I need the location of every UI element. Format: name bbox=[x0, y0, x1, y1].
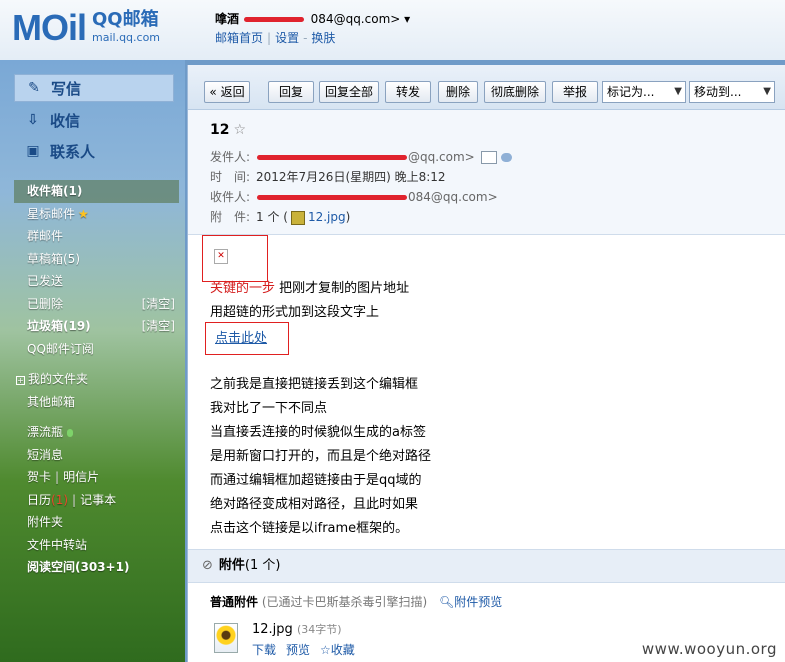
from-field: 发件人: @qq.com> bbox=[210, 148, 512, 165]
redaction-mark bbox=[243, 17, 304, 22]
compose-button[interactable]: ✎ 写信 bbox=[14, 74, 174, 102]
folder-notebook[interactable]: 记事本 bbox=[80, 493, 116, 507]
chevron-down-icon: ▼ bbox=[763, 86, 771, 97]
pencil-icon: ✎ bbox=[28, 80, 40, 96]
folder-subscriptions[interactable]: QQ邮件订阅 bbox=[14, 338, 179, 361]
paperclip-icon: ⊘ bbox=[202, 558, 213, 573]
folder-drift-bottle[interactable]: 漂流瓶 bbox=[14, 421, 179, 444]
redaction-mark bbox=[257, 195, 407, 200]
folder-file-transfer[interactable]: 文件中转站 bbox=[14, 534, 179, 557]
body-para-line: 绝对路径变成相对路径，且此时如果 bbox=[210, 497, 419, 512]
link-settings[interactable]: 设置 bbox=[275, 31, 299, 45]
attachment-field: 附 件: 1 个 (12.jpg) bbox=[210, 210, 351, 225]
logo-title: QQ邮箱 bbox=[92, 9, 159, 30]
folder-sent[interactable]: 已发送 bbox=[14, 270, 179, 293]
forward-button[interactable]: 转发 bbox=[385, 81, 431, 103]
attachment-file-name: 12.jpg (34字节) bbox=[252, 622, 342, 637]
favorite-link[interactable]: ☆收藏 bbox=[320, 643, 355, 657]
folder-deleted[interactable]: 已删除 [清空] bbox=[14, 293, 179, 316]
watermark: www.wooyun.org bbox=[641, 640, 777, 658]
folder-starred[interactable]: 星标邮件 ★ bbox=[14, 203, 179, 226]
folder-short-messages[interactable]: 短消息 bbox=[14, 444, 179, 467]
contact-card-icon[interactable] bbox=[480, 151, 497, 164]
attachment-preview-link[interactable]: 🔍︎附件预览 bbox=[439, 595, 502, 609]
mark-as-select[interactable]: 标记为... ▼ bbox=[602, 81, 686, 103]
broken-image-icon: ✕ bbox=[214, 249, 228, 264]
reply-all-button[interactable]: 回复全部 bbox=[319, 81, 379, 103]
folder-inbox[interactable]: 收件箱(1) bbox=[14, 180, 179, 203]
body-line-1: 关键的一步 把刚才复制的图片地址 bbox=[210, 281, 410, 296]
logo-mark: MOil bbox=[12, 7, 87, 48]
compose-list: ✎ 写信 ⇩ 收信 ▣ 联系人 bbox=[14, 74, 174, 169]
back-button[interactable]: « 返回 bbox=[204, 81, 250, 103]
contact-card-icon: ▣ bbox=[26, 143, 40, 159]
expand-icon[interactable]: + bbox=[16, 376, 25, 385]
user-email: 084@qq.com> bbox=[310, 12, 401, 26]
attachment-link[interactable]: 12.jpg bbox=[308, 210, 346, 224]
report-button[interactable]: 举报 bbox=[552, 81, 598, 103]
body-para-line: 我对比了一下不同点 bbox=[210, 401, 328, 416]
top-header: MOil QQ邮箱 mail.qq.com 嗱酒 084@qq.com> ▾ 邮… bbox=[0, 0, 785, 60]
folder-list: 收件箱(1) 星标邮件 ★ 群邮件 草稿箱(5) 已发送 已删除 [清空] 垃圾箱(… bbox=[14, 180, 179, 579]
delete-forever-button[interactable]: 彻底删除 bbox=[484, 81, 546, 103]
attachments-header: ⊘ 附件(1 个) bbox=[188, 549, 785, 583]
body-para-line: 之前我是直接把链接丢到这个编辑框 bbox=[210, 377, 419, 392]
calendar-badge: (1) bbox=[51, 492, 69, 507]
user-name: 嗱酒 bbox=[215, 12, 240, 26]
link-mail-home[interactable]: 邮箱首页 bbox=[215, 31, 263, 45]
folder-my-folders[interactable]: + 我的文件夹 bbox=[14, 368, 179, 391]
image-file-icon bbox=[290, 210, 305, 225]
sidebar: ✎ 写信 ⇩ 收信 ▣ 联系人 收件箱(1) 星标邮件 ★ 群邮件 草稿箱(5) … bbox=[0, 60, 185, 662]
attachment-actions: 下载 预览 ☆收藏 bbox=[252, 641, 365, 658]
inbox-download-icon: ⇩ bbox=[27, 112, 39, 128]
click-here-link[interactable]: 点击此处 bbox=[215, 327, 267, 346]
bottle-icon bbox=[67, 428, 74, 437]
highlight-box bbox=[202, 235, 268, 282]
link-change-skin[interactable]: 换肤 bbox=[311, 31, 335, 45]
message-header: 12 ☆ 发件人: @qq.com> 时 间: 2012年7月26日(星期四) 晚上8… bbox=[188, 110, 785, 235]
magnifier-icon: 🔍︎ bbox=[439, 595, 455, 609]
reply-button[interactable]: 回复 bbox=[268, 81, 314, 103]
user-account[interactable]: 嗱酒 084@qq.com> ▾ bbox=[215, 10, 410, 27]
folder-other-mailboxes[interactable]: 其他邮箱 bbox=[14, 391, 179, 414]
body-para-line: 是用新窗口打开的，而且是个绝对路径 bbox=[210, 449, 432, 464]
chevron-down-icon: ▼ bbox=[674, 86, 682, 97]
folder-calendar[interactable]: 日历(1) | 记事本 bbox=[14, 489, 179, 512]
qq-mail-logo[interactable]: MOil QQ邮箱 mail.qq.com bbox=[12, 10, 160, 46]
folder-attachments[interactable]: 附件夹 bbox=[14, 511, 179, 534]
receive-button[interactable]: ⇩ 收信 bbox=[14, 107, 174, 133]
normal-attachments-label: 普通附件 (已通过卡巴斯基杀毒引擎扫描) 🔍︎附件预览 bbox=[210, 595, 503, 609]
time-field: 时 间: 2012年7月26日(星期四) 晚上8:12 bbox=[210, 170, 446, 184]
folder-drafts[interactable]: 草稿箱(5) bbox=[14, 248, 179, 271]
clear-deleted-link[interactable]: [清空] bbox=[142, 293, 175, 316]
star-outline-icon: ☆ bbox=[320, 643, 331, 657]
star-icon: ★ bbox=[78, 206, 89, 221]
message-panel: « 返回 回复 回复全部 转发 删除 彻底删除 举报 标记为... ▼ 移动到..… bbox=[187, 65, 785, 662]
top-links: 邮箱首页 | 设置 - 换肤 bbox=[215, 31, 336, 45]
folder-spam[interactable]: 垃圾箱(19) [清空] bbox=[14, 315, 179, 338]
chevron-down-icon[interactable]: ▾ bbox=[404, 12, 410, 26]
folder-postcards[interactable]: 明信片 bbox=[63, 470, 99, 484]
contacts-button[interactable]: ▣ 联系人 bbox=[14, 138, 174, 164]
message-toolbar: « 返回 回复 回复全部 转发 删除 彻底删除 举报 标记为... ▼ 移动到..… bbox=[188, 65, 785, 110]
download-link[interactable]: 下载 bbox=[252, 643, 276, 657]
move-to-select[interactable]: 移动到... ▼ bbox=[689, 81, 775, 103]
message-subject: 12 ☆ bbox=[210, 122, 247, 138]
body-para-line: 而通过编辑框加超链接由于是qq域的 bbox=[210, 473, 422, 488]
chat-bubble-icon[interactable] bbox=[500, 153, 512, 162]
star-outline-icon[interactable]: ☆ bbox=[233, 122, 246, 138]
folder-group-mail[interactable]: 群邮件 bbox=[14, 225, 179, 248]
preview-link[interactable]: 预览 bbox=[286, 643, 310, 657]
clear-spam-link[interactable]: [清空] bbox=[142, 315, 175, 338]
body-line-2: 用超链的形式加到这段文字上 bbox=[210, 305, 380, 320]
folder-cards[interactable]: 贺卡 | 明信片 bbox=[14, 466, 179, 489]
delete-button[interactable]: 删除 bbox=[438, 81, 478, 103]
body-para-line: 当直接丢连接的时候貌似生成的a标签 bbox=[210, 425, 426, 440]
body-para-line: 点击这个链接是以iframe框架的。 bbox=[210, 521, 409, 536]
to-field: 收件人: 084@qq.com> bbox=[210, 190, 498, 204]
logo-url: mail.qq.com bbox=[92, 31, 161, 44]
folder-reading-space[interactable]: 阅读空间(303+1) bbox=[14, 556, 179, 579]
redaction-mark bbox=[257, 155, 407, 160]
sunflower-image-thumbnail[interactable] bbox=[214, 623, 238, 653]
